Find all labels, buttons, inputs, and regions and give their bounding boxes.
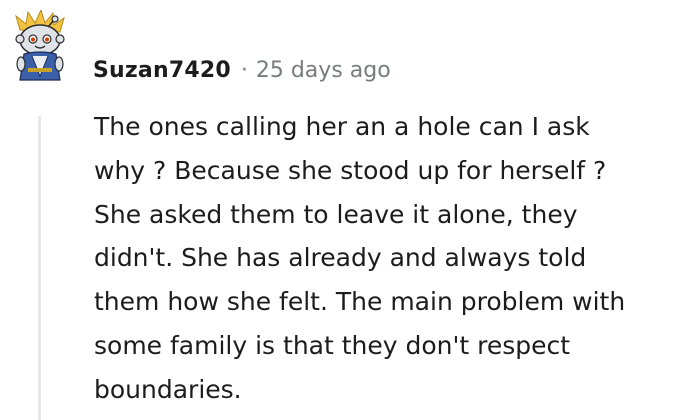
meta-separator: · (240, 57, 248, 83)
username-link[interactable]: Suzan7420 (93, 58, 231, 83)
comment-body: The ones calling her an a hole can I ask… (94, 105, 694, 412)
comment-meta: Suzan7420 · 25 days ago (93, 55, 391, 85)
comment-body-line: The ones calling her an a hole can I ask (94, 112, 590, 141)
comment-body-line: some family is that they don't respect (94, 330, 571, 360)
comment-body-line: them how she felt. The main problem with (94, 287, 626, 317)
comment-body-line: boundaries. (94, 374, 242, 404)
comment-body-line: She asked them to leave it alone, they (94, 199, 578, 229)
comment: Suzan7420 · 25 days ago The ones calling… (0, 0, 700, 420)
timestamp-link[interactable]: 25 days ago (256, 58, 391, 83)
snoo-avatar-icon[interactable] (10, 8, 72, 84)
comment-body-line: why ? Because she stood up for herself ? (94, 155, 607, 185)
thread-collapse-line[interactable] (38, 116, 41, 420)
comment-body-line: didn't. She has already and always told (94, 243, 587, 273)
